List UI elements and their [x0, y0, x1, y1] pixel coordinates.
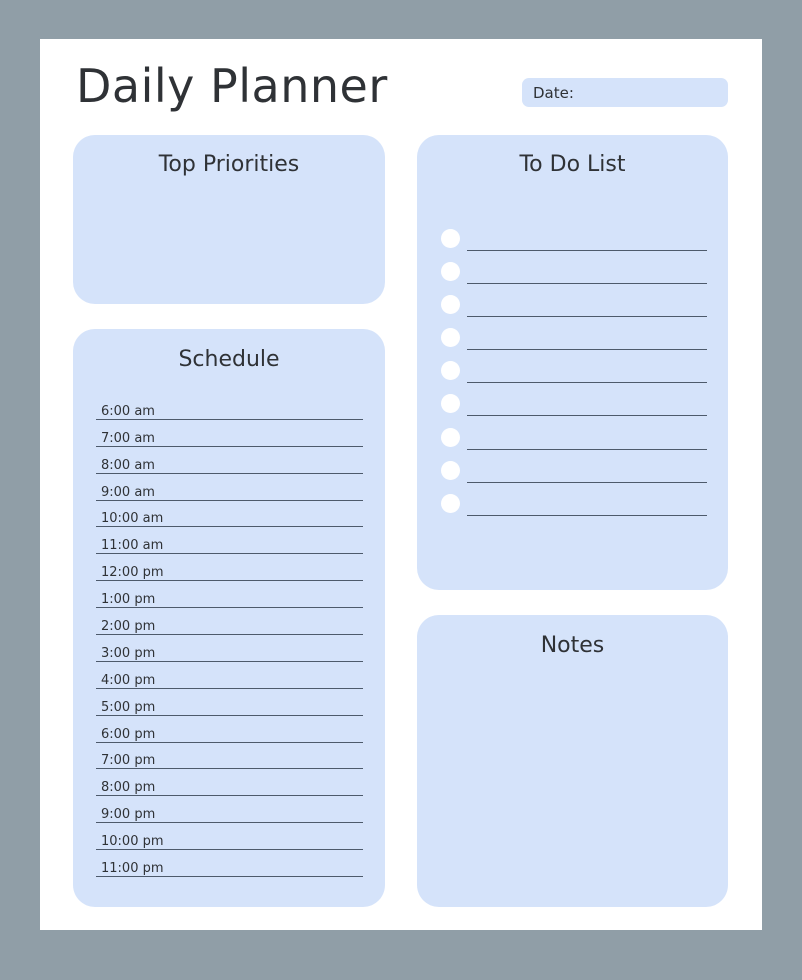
- schedule-time-label: 5:00 pm: [101, 699, 156, 715]
- todo-list: [441, 229, 707, 527]
- date-label: Date:: [533, 83, 574, 102]
- checkbox-circle-icon[interactable]: [441, 262, 460, 282]
- schedule-slot[interactable]: 4:00 pm: [96, 662, 363, 689]
- schedule-slot[interactable]: 9:00 pm: [96, 796, 363, 824]
- schedule-slot[interactable]: 10:00 pm: [96, 823, 363, 851]
- todo-list-card: To Do List: [417, 135, 728, 590]
- checkbox-circle-icon[interactable]: [441, 229, 460, 248]
- schedule-slot[interactable]: 2:00 pm: [96, 608, 363, 636]
- notes-title: Notes: [540, 633, 605, 658]
- todo-item: [441, 493, 707, 527]
- todo-write-line[interactable]: [467, 250, 707, 251]
- todo-item: [441, 361, 707, 394]
- top-priorities-title: Top Priorities: [158, 152, 300, 177]
- schedule-slot[interactable]: 7:00 am: [96, 420, 363, 447]
- schedule-slot[interactable]: 8:00 am: [96, 447, 363, 474]
- schedule-time-label: 7:00 pm: [101, 753, 156, 769]
- todo-write-line[interactable]: [467, 448, 707, 450]
- schedule-time-label: 10:00 am: [101, 511, 164, 527]
- todo-item: [441, 328, 707, 361]
- schedule-time-label: 6:00 pm: [101, 726, 156, 742]
- schedule-time-label: 8:00 am: [101, 457, 155, 473]
- schedule-slot[interactable]: 9:00 am: [96, 474, 363, 501]
- schedule-time-label: 9:00 pm: [101, 807, 156, 823]
- checkbox-circle-icon[interactable]: [441, 328, 460, 348]
- schedule-slot[interactable]: 12:00 pm: [96, 554, 363, 582]
- schedule-slot[interactable]: 11:00 pm: [96, 850, 363, 878]
- checkbox-circle-icon[interactable]: [441, 394, 460, 414]
- schedule-time-label: 12:00 pm: [101, 565, 164, 581]
- schedule-time-label: 7:00 am: [101, 430, 155, 446]
- checkbox-circle-icon[interactable]: [441, 493, 460, 513]
- todo-item: [441, 295, 707, 328]
- schedule-time-label: 1:00 pm: [101, 592, 156, 608]
- schedule-time-label: 4:00 pm: [101, 672, 156, 688]
- schedule-slot[interactable]: 11:00 am: [96, 527, 363, 555]
- todo-write-line[interactable]: [467, 382, 707, 384]
- checkbox-circle-icon[interactable]: [441, 295, 460, 315]
- todo-write-line[interactable]: [467, 283, 707, 285]
- schedule-time-label: 10:00 pm: [101, 834, 164, 850]
- todo-item: [441, 427, 707, 461]
- todo-item: [441, 262, 707, 295]
- page-title: Daily Planner: [76, 59, 388, 113]
- schedule-title: Schedule: [178, 347, 280, 372]
- todo-item: [441, 229, 707, 262]
- date-field[interactable]: Date:: [522, 78, 728, 107]
- todo-write-line[interactable]: [467, 415, 707, 417]
- todo-item: [441, 460, 707, 494]
- schedule-time-label: 11:00 pm: [101, 861, 164, 877]
- checkbox-circle-icon[interactable]: [441, 460, 460, 480]
- schedule-time-label: 3:00 pm: [101, 645, 156, 661]
- schedule-slot[interactable]: 8:00 pm: [96, 769, 363, 797]
- schedule-slot[interactable]: 1:00 pm: [96, 581, 363, 609]
- todo-write-line[interactable]: [467, 481, 707, 483]
- todo-write-line[interactable]: [467, 349, 707, 351]
- todo-list-title: To Do List: [519, 152, 626, 177]
- todo-item: [441, 394, 707, 427]
- schedule-time-label: 6:00 am: [101, 403, 155, 419]
- schedule-time-label: 11:00 am: [101, 538, 164, 554]
- schedule-time-label: 2:00 pm: [101, 619, 156, 635]
- schedule-slot[interactable]: 3:00 pm: [96, 635, 363, 662]
- schedule-card: Schedule 6:00 am 7:00 am 8:00 am 9:00 am 10:…: [73, 329, 385, 907]
- checkbox-circle-icon[interactable]: [441, 361, 460, 381]
- schedule-slot[interactable]: 5:00 pm: [96, 689, 363, 716]
- schedule-time-label: 9:00 am: [101, 484, 155, 500]
- schedule-time-label: 8:00 pm: [101, 780, 156, 796]
- top-priorities-card[interactable]: Top Priorities: [73, 135, 385, 304]
- schedule-slot[interactable]: 10:00 am: [96, 501, 363, 528]
- todo-write-line[interactable]: [467, 514, 707, 516]
- schedule-slot[interactable]: 6:00 am: [96, 393, 363, 420]
- schedule-slot[interactable]: 7:00 pm: [96, 743, 363, 770]
- planner-page: Daily Planner Date: Top Priorities Sched…: [40, 39, 762, 930]
- schedule-list: 6:00 am 7:00 am 8:00 am 9:00 am 10:00 am 11:0…: [96, 393, 363, 878]
- notes-card[interactable]: Notes: [417, 615, 728, 907]
- todo-write-line[interactable]: [467, 316, 707, 318]
- schedule-slot[interactable]: 6:00 pm: [96, 716, 363, 743]
- checkbox-circle-icon[interactable]: [441, 427, 460, 447]
